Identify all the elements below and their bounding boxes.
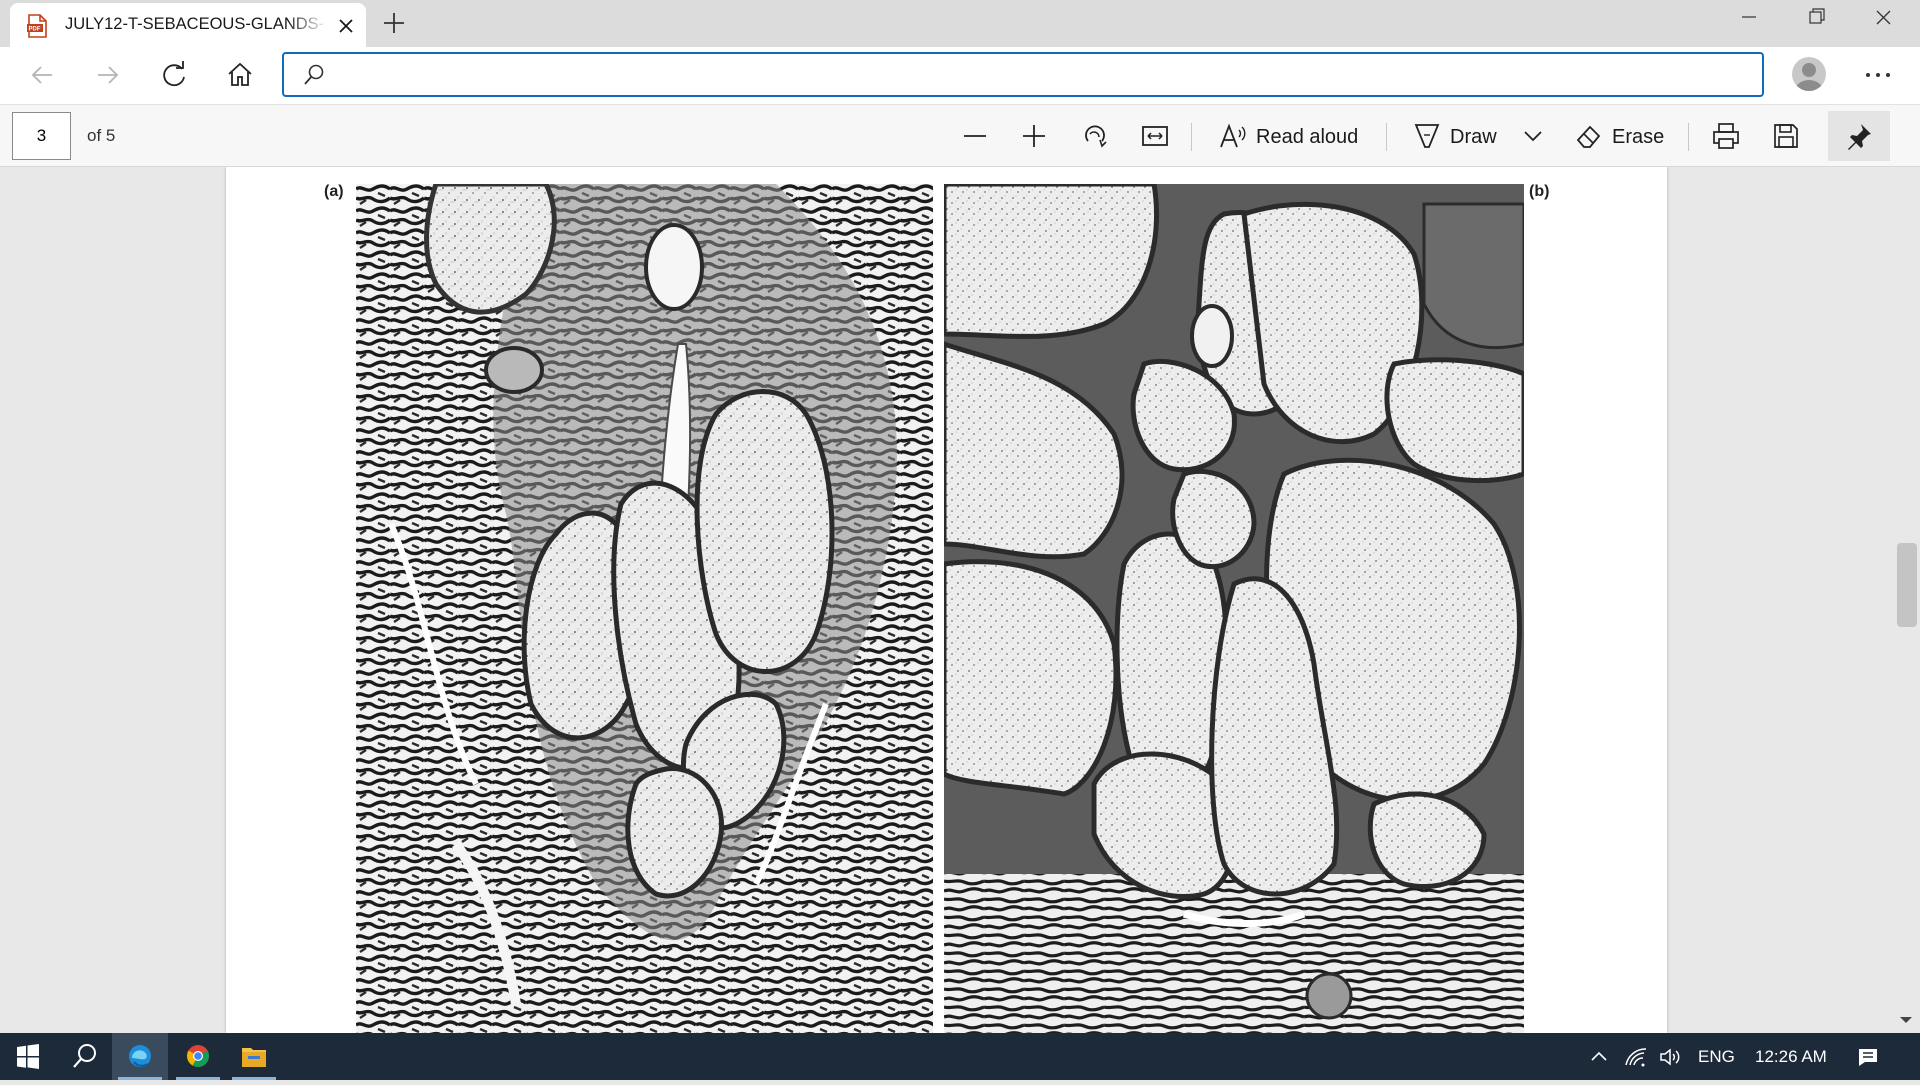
micrograph-panel-a xyxy=(356,184,933,1033)
read-aloud-icon xyxy=(1220,123,1246,148)
minimize-icon[interactable] xyxy=(1716,0,1782,36)
erase-button[interactable]: Erase xyxy=(1572,105,1672,168)
toolbar-separator xyxy=(1191,123,1192,151)
chevron-down-icon[interactable] xyxy=(1518,121,1548,151)
refresh-icon[interactable] xyxy=(158,59,190,91)
windows-start-icon[interactable] xyxy=(0,1033,56,1080)
chevron-up-icon[interactable] xyxy=(1587,1045,1611,1069)
edge-browser-icon xyxy=(129,1045,151,1067)
pdf-viewer[interactable]: (a) (b) xyxy=(0,167,1920,1033)
pdf-page: (a) (b) xyxy=(226,167,1667,1033)
draw-button[interactable]: Draw xyxy=(1412,105,1502,168)
pin-toolbar-button[interactable] xyxy=(1828,111,1890,161)
zoom-out-icon[interactable] xyxy=(960,121,990,151)
pin-icon xyxy=(1848,124,1871,150)
save-icon[interactable] xyxy=(1771,121,1801,151)
action-center-icon[interactable] xyxy=(1856,1045,1880,1069)
profile-avatar[interactable] xyxy=(1792,57,1826,91)
profile-icon xyxy=(1795,63,1823,91)
search-icon xyxy=(304,64,324,85)
close-window-icon[interactable] xyxy=(1850,0,1916,36)
micrograph-image-a xyxy=(356,184,933,1033)
fit-to-width-icon[interactable] xyxy=(1140,121,1170,151)
page-number-input[interactable] xyxy=(12,112,71,160)
volume-speaker-icon[interactable] xyxy=(1658,1045,1682,1069)
pdf-file-icon: PDF xyxy=(27,14,47,38)
taskbar-chrome-button[interactable] xyxy=(170,1033,226,1080)
windows-taskbar: ENG 12:26 AM xyxy=(0,1033,1920,1080)
scroll-down-arrow-icon[interactable] xyxy=(1896,1010,1916,1030)
eraser-icon xyxy=(1576,125,1601,148)
svg-text:PDF: PDF xyxy=(29,27,41,33)
vertical-scrollbar-thumb[interactable] xyxy=(1897,543,1917,627)
micrograph-panel-b xyxy=(944,184,1524,1033)
tab-title: JULY12-T-SEBACEOUS-GLANDS- xyxy=(65,15,325,33)
chrome-browser-icon xyxy=(187,1045,209,1067)
micrograph-image-b xyxy=(944,184,1524,1033)
taskbar-edge-button[interactable] xyxy=(112,1033,168,1080)
back-arrow-icon[interactable] xyxy=(26,59,58,91)
search-icon[interactable] xyxy=(56,1033,112,1080)
system-clock[interactable]: 12:26 AM xyxy=(1755,1047,1827,1067)
network-wifi-icon[interactable] xyxy=(1624,1045,1648,1069)
rotate-icon[interactable] xyxy=(1080,121,1110,151)
zoom-in-icon[interactable] xyxy=(1019,121,1049,151)
forward-arrow-icon[interactable] xyxy=(92,59,124,91)
navigation-bar xyxy=(0,47,1920,104)
read-aloud-label: Read aloud xyxy=(1256,126,1359,148)
address-bar[interactable] xyxy=(282,52,1764,97)
erase-label: Erase xyxy=(1612,126,1665,148)
panel-a-label: (a) xyxy=(324,183,344,200)
page-total-label: of 5 xyxy=(87,126,116,145)
print-icon[interactable] xyxy=(1711,121,1741,151)
new-tab-icon[interactable] xyxy=(380,9,408,37)
toolbar-separator xyxy=(1688,123,1689,151)
taskbar-file-explorer-button[interactable] xyxy=(226,1033,282,1080)
panel-b-label: (b) xyxy=(1529,183,1550,200)
read-aloud-button[interactable]: Read aloud xyxy=(1216,105,1364,168)
input-language-indicator[interactable]: ENG xyxy=(1698,1047,1735,1067)
restore-icon[interactable] xyxy=(1783,0,1849,36)
browser-tab[interactable]: PDF JULY12-T-SEBACEOUS-GLANDS- xyxy=(10,3,366,47)
home-icon[interactable] xyxy=(224,59,256,91)
address-input[interactable] xyxy=(340,61,1740,89)
draw-pen-icon xyxy=(1414,124,1440,148)
toolbar-separator xyxy=(1386,123,1387,151)
draw-label: Draw xyxy=(1450,126,1497,148)
file-explorer-icon xyxy=(242,1048,266,1067)
more-options-icon[interactable] xyxy=(1862,61,1894,89)
pdf-toolbar: of 5 Read aloud Draw xyxy=(0,104,1920,167)
close-tab-icon[interactable] xyxy=(335,15,357,37)
tab-strip: PDF JULY12-T-SEBACEOUS-GLANDS- xyxy=(0,0,1920,47)
